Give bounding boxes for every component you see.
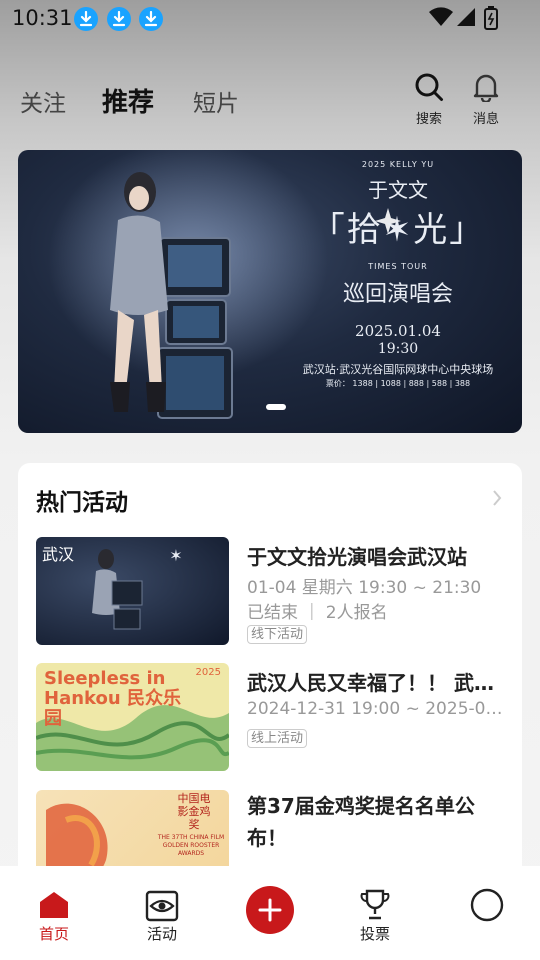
banner-title: 「拾✶光」 bbox=[310, 210, 486, 250]
trophy-icon bbox=[359, 888, 391, 926]
nav-activities-label: 活动 bbox=[146, 925, 177, 943]
status-bar: 10:31 bbox=[0, 0, 540, 38]
download-icon bbox=[107, 7, 131, 31]
search-label: 搜索 bbox=[415, 112, 442, 127]
bell-icon bbox=[471, 74, 501, 106]
activity-time: 01-04 星期六 19:30 ~ 21:30 bbox=[247, 578, 482, 598]
activity-type-tag: 线下活动 bbox=[247, 625, 308, 644]
banner-subtitle: 巡回演唱会 bbox=[342, 282, 453, 307]
banner-venue: 武汉站·武汉光谷国际网球中心中央球场 bbox=[302, 363, 494, 376]
search-button[interactable]: 搜索 bbox=[404, 72, 454, 127]
activity-time: 2024-12-31 19:00 ~ 2025-01-0… bbox=[247, 699, 507, 719]
thumbnail-year: 2025 bbox=[195, 667, 221, 678]
activity-thumbnail: 中国电影金鸡奖 THE 37TH CHINA FILM GOLDEN ROOST… bbox=[36, 790, 229, 870]
wifi-icon bbox=[428, 6, 454, 32]
battery-icon bbox=[484, 6, 498, 34]
profile-icon bbox=[470, 888, 504, 926]
activity-status: 已结束 ｜ 2人报名 bbox=[247, 603, 388, 623]
status-time: 10:31 bbox=[12, 6, 73, 30]
tab-shorts[interactable]: 短片 bbox=[193, 84, 239, 118]
activity-item[interactable]: ✶ 武汉 于文文拾光演唱会武汉站 01-04 星期六 19:30 ~ 21:30… bbox=[36, 537, 504, 645]
plus-icon bbox=[258, 898, 282, 922]
activity-item[interactable]: 中国电影金鸡奖 THE 37TH CHINA FILM GOLDEN ROOST… bbox=[36, 790, 504, 870]
banner-prices: 票价： 1388 | 1088 | 888 | 588 | 388 bbox=[325, 379, 471, 388]
section-title: 热门活动 bbox=[36, 490, 128, 516]
banner-artist: 于文文 bbox=[368, 178, 428, 202]
nav-vote-label: 投票 bbox=[359, 925, 390, 943]
promo-banner[interactable]: 2025 KELLY YU 于文文 「拾✶光」 TIMES TOUR 巡回演唱会… bbox=[18, 150, 522, 433]
banner-time: 19:30 bbox=[377, 341, 419, 357]
activity-thumbnail: Sleepless in Hankou 民众乐园 2025 bbox=[36, 663, 229, 771]
messages-label: 消息 bbox=[472, 112, 499, 127]
signal-icon bbox=[456, 6, 476, 32]
activity-thumbnail: ✶ 武汉 bbox=[36, 537, 229, 645]
activity-item[interactable]: Sleepless in Hankou 民众乐园 2025 武汉人民又幸福了！！… bbox=[36, 663, 507, 771]
chevron-right-icon[interactable] bbox=[492, 489, 502, 511]
bottom-nav: 首页 活动 投票 bbox=[0, 866, 540, 960]
thumbnail-caption: 中国电影金鸡奖 bbox=[177, 792, 211, 831]
eye-icon bbox=[145, 890, 179, 926]
banner-date: 2025.01.04 bbox=[355, 322, 441, 340]
banner-tour: TIMES TOUR bbox=[368, 262, 428, 271]
messages-button[interactable]: 消息 bbox=[461, 72, 511, 127]
activity-title: 第37届金鸡奖提名名单公布！ bbox=[247, 794, 475, 850]
activity-title: 于文文拾光演唱会武汉站 bbox=[247, 545, 467, 569]
hot-activities-card: 热门活动 ✶ 武汉 于文文拾光演唱会武汉站 01-04 星期六 19:30 ~ … bbox=[18, 463, 522, 883]
svg-text:✶: ✶ bbox=[169, 546, 182, 565]
activity-type-tag: 线上活动 bbox=[247, 729, 308, 748]
thumbnail-caption: 武汉 bbox=[42, 545, 75, 564]
download-icon bbox=[139, 7, 163, 31]
home-icon bbox=[38, 890, 70, 924]
thumbnail-caption: Sleepless in Hankou 民众乐园 bbox=[44, 668, 181, 729]
search-icon bbox=[414, 73, 444, 106]
nav-home-label: 首页 bbox=[38, 925, 69, 943]
carousel-indicator bbox=[266, 404, 286, 410]
tab-following[interactable]: 关注 bbox=[20, 84, 66, 118]
thumbnail-subcaption: THE 37TH CHINA FILM GOLDEN ROOSTER AWARD… bbox=[157, 834, 225, 857]
activity-title: 武汉人民又幸福了！！ 武汉… bbox=[247, 671, 507, 695]
create-button[interactable] bbox=[246, 886, 294, 934]
banner-line1: 2025 KELLY YU bbox=[361, 160, 435, 169]
download-icon bbox=[74, 7, 98, 31]
tab-recommended[interactable]: 推荐 bbox=[102, 82, 154, 119]
